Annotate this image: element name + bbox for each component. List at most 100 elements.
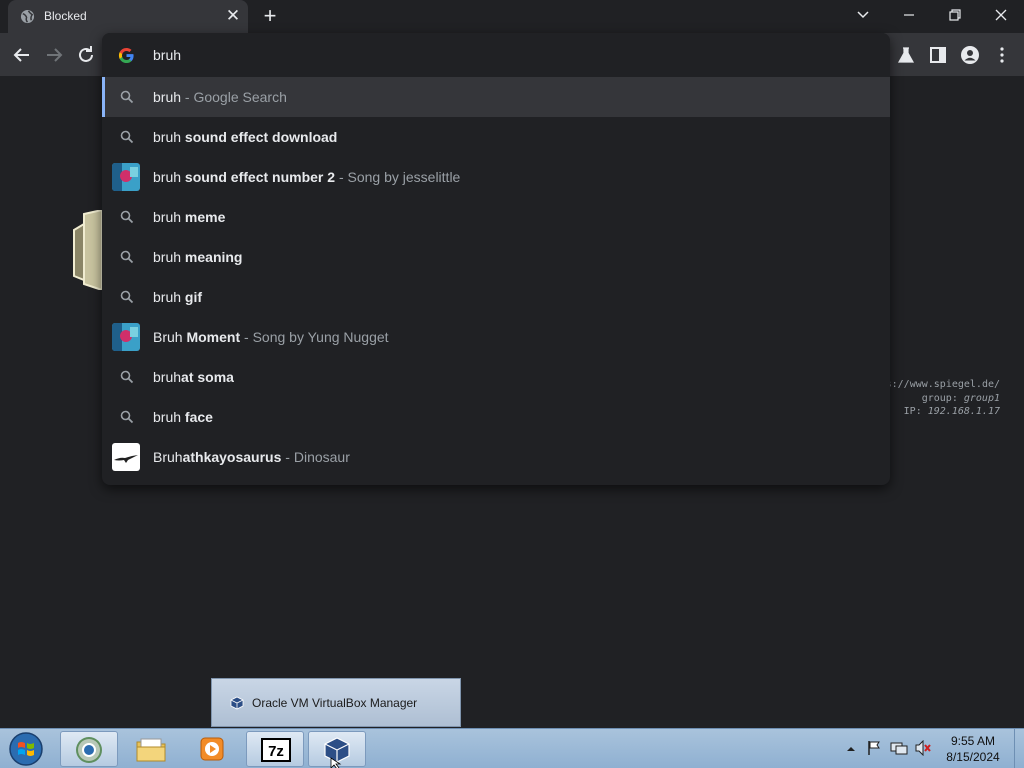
album-thumbnail bbox=[112, 323, 140, 351]
search-icon bbox=[120, 290, 134, 304]
search-icon bbox=[120, 90, 134, 104]
taskbar-media-player[interactable] bbox=[184, 731, 242, 767]
omnibox[interactable]: bruh bbox=[102, 33, 890, 77]
suggestion-completion: face bbox=[181, 409, 213, 425]
side-panel-icon[interactable] bbox=[928, 45, 948, 65]
back-arrow-icon[interactable] bbox=[10, 43, 34, 67]
omnibox-suggestion[interactable]: bruhat soma bbox=[102, 357, 890, 397]
suggestion-prefix: bruh bbox=[153, 169, 182, 185]
chevron-down-icon bbox=[857, 11, 869, 19]
suggestion-description: - Dinosaur bbox=[281, 449, 350, 465]
suggestion-completion: sound effect number 2 bbox=[181, 169, 336, 185]
labs-flask-icon[interactable] bbox=[896, 45, 916, 65]
suggestion-description: - Song by Yung Nugget bbox=[240, 329, 389, 345]
suggestion-completion: sound effect download bbox=[181, 129, 338, 145]
minimize-icon bbox=[904, 14, 914, 16]
close-window-button[interactable] bbox=[978, 0, 1024, 30]
suggestion-prefix: bruh bbox=[153, 89, 182, 105]
virtualbox-icon bbox=[230, 696, 244, 710]
omnibox-suggestion[interactable]: Bruh Moment - Song by Yung Nugget bbox=[102, 317, 890, 357]
suggestion-description: - Google Search bbox=[181, 89, 287, 105]
media-player-icon bbox=[200, 737, 224, 761]
suggestion-completion: Moment bbox=[182, 329, 241, 345]
suggestion-text: bruh sound effect download bbox=[153, 129, 337, 145]
search-icon bbox=[120, 250, 134, 264]
forward-arrow-icon[interactable] bbox=[42, 43, 66, 67]
7zip-icon: 7z bbox=[261, 738, 291, 762]
blocked-page-illustration bbox=[73, 210, 103, 290]
search-icon bbox=[120, 210, 134, 224]
suggestion-description: - Song by jesselittle bbox=[335, 169, 461, 185]
block-info-text: s://www.spiegel.de/ group: group1 IP: 19… bbox=[885, 379, 1000, 417]
globe-icon bbox=[20, 9, 35, 24]
reload-icon[interactable] bbox=[74, 43, 98, 67]
preview-title: Oracle VM VirtualBox Manager bbox=[252, 696, 418, 710]
suggestion-text: bruh face bbox=[153, 409, 213, 425]
taskbar-preview[interactable]: Oracle VM VirtualBox Manager bbox=[211, 678, 461, 727]
start-orb-icon[interactable] bbox=[6, 730, 46, 768]
suggestion-text: bruh meaning bbox=[153, 249, 243, 265]
search-icon bbox=[120, 370, 134, 384]
taskbar-chrome[interactable] bbox=[60, 731, 118, 767]
volume-muted-icon[interactable] bbox=[914, 740, 932, 756]
restore-button[interactable] bbox=[932, 0, 978, 30]
blocked-url: s://www.spiegel.de/ bbox=[885, 379, 1000, 390]
omnibox-suggestion[interactable]: bruh meme bbox=[102, 197, 890, 237]
suggestion-completion: at soma bbox=[181, 369, 234, 385]
taskbar: 7z 9:55 AM 8/15/2024 bbox=[0, 728, 1024, 768]
suggestion-prefix: bruh bbox=[153, 409, 182, 425]
desktop-screen: Blocked ✕ + s://www.spiegel.de/ group: g… bbox=[0, 0, 1024, 768]
suggestion-completion: meaning bbox=[181, 249, 243, 265]
profile-avatar-icon[interactable] bbox=[960, 45, 980, 65]
tab-title: Blocked bbox=[44, 9, 87, 23]
suggestion-prefix: bruh bbox=[153, 249, 182, 265]
chrome-icon bbox=[76, 737, 102, 763]
clock[interactable]: 9:55 AM 8/15/2024 bbox=[936, 733, 1010, 765]
omnibox-suggestion[interactable]: bruh face bbox=[102, 397, 890, 437]
svg-text:7z: 7z bbox=[268, 743, 284, 760]
omnibox-suggestion[interactable]: bruh meaning bbox=[102, 237, 890, 277]
omnibox-dropdown: bruh bruh - Google Search bruh sound effe… bbox=[102, 33, 890, 485]
clock-date: 8/15/2024 bbox=[946, 750, 1000, 764]
group-value: group1 bbox=[963, 392, 1000, 404]
taskbar-7zip[interactable]: 7z bbox=[246, 731, 304, 767]
album-thumbnail bbox=[112, 163, 140, 191]
suggestion-completion: meme bbox=[181, 209, 226, 225]
suggestion-text: Bruhathkayosaurus - Dinosaur bbox=[153, 449, 350, 465]
menu-kebab-icon[interactable] bbox=[992, 45, 1012, 65]
show-hidden-icons-icon[interactable] bbox=[846, 744, 856, 754]
omnibox-suggestion[interactable]: bruh sound effect download bbox=[102, 117, 890, 157]
omnibox-suggestion[interactable]: bruh sound effect number 2 - Song by jes… bbox=[102, 157, 890, 197]
taskbar-explorer[interactable] bbox=[122, 731, 180, 767]
action-center-flag-icon[interactable] bbox=[866, 740, 882, 756]
omnibox-suggestion[interactable]: Bruhathkayosaurus - Dinosaur bbox=[102, 437, 890, 477]
restore-icon bbox=[949, 9, 961, 21]
suggestion-prefix: bruh bbox=[153, 209, 182, 225]
show-desktop-button[interactable] bbox=[1014, 729, 1024, 768]
network-icon[interactable] bbox=[890, 740, 908, 756]
suggestion-text: bruh meme bbox=[153, 209, 225, 225]
omnibox-input[interactable]: bruh bbox=[153, 47, 181, 63]
dinosaur-thumbnail bbox=[112, 443, 140, 471]
explorer-folder-icon bbox=[136, 738, 166, 762]
tab-search-button[interactable] bbox=[840, 0, 886, 30]
omnibox-suggestion[interactable]: bruh - Google Search bbox=[102, 77, 890, 117]
suggestion-text: Bruh Moment - Song by Yung Nugget bbox=[153, 329, 389, 345]
ip-value: 192.168.1.17 bbox=[927, 406, 1000, 417]
suggestion-text: bruh - Google Search bbox=[153, 89, 287, 105]
new-tab-button[interactable]: + bbox=[258, 5, 282, 29]
close-icon bbox=[995, 9, 1007, 21]
tab-close-icon[interactable]: ✕ bbox=[224, 7, 242, 25]
omnibox-suggestion[interactable]: bruh gif bbox=[102, 277, 890, 317]
suggestion-prefix: bruh bbox=[153, 129, 182, 145]
google-g-icon bbox=[118, 47, 134, 64]
suggestion-prefix: bruh bbox=[153, 369, 182, 385]
suggestion-completion: gif bbox=[181, 289, 203, 305]
suggestion-completion: athkayosaurus bbox=[182, 449, 282, 465]
tab-blocked[interactable]: Blocked ✕ bbox=[8, 0, 248, 33]
suggestion-text: bruh sound effect number 2 - Song by jes… bbox=[153, 169, 460, 185]
search-icon bbox=[120, 410, 134, 424]
mouse-cursor-icon bbox=[330, 757, 342, 768]
minimize-button[interactable] bbox=[886, 0, 932, 30]
suggestion-text: bruh gif bbox=[153, 289, 202, 305]
